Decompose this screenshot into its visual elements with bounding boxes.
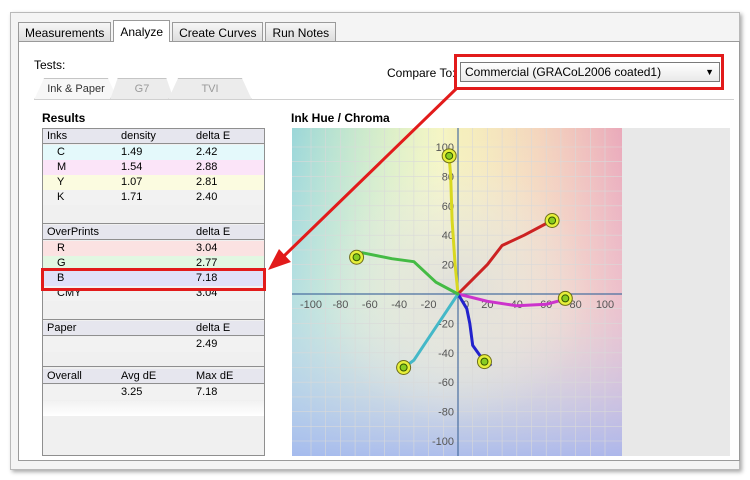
callout-arrow-line: [282, 87, 458, 258]
callout-arrow-layer: [268, 87, 458, 270]
tab-analyze[interactable]: Analyze: [113, 20, 171, 42]
